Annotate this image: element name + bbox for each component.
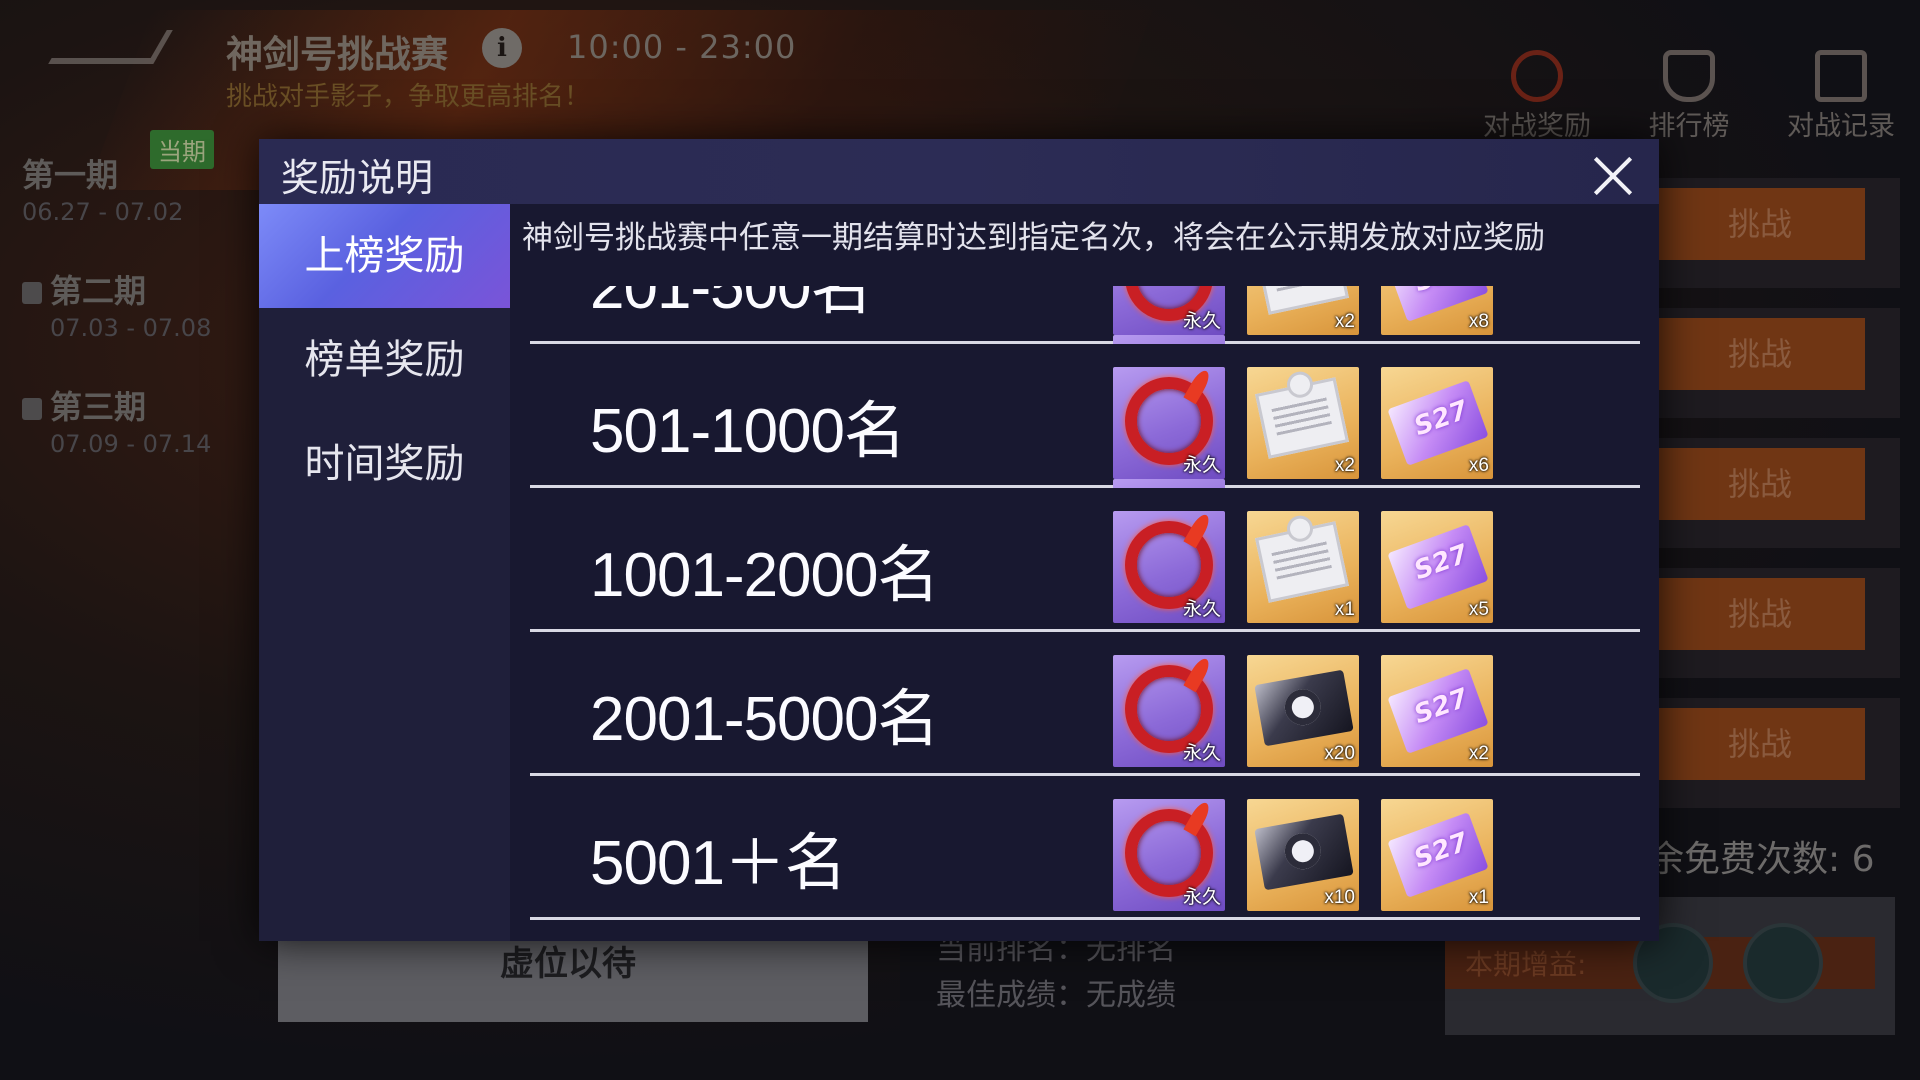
reward-item[interactable]: x2	[1247, 367, 1359, 479]
reward-items: 永久x2x6x1	[1113, 367, 1640, 591]
reward-quantity: x2	[1334, 455, 1355, 476]
leaderboard-button[interactable]: 排行榜	[1614, 50, 1764, 143]
game-logo	[48, 30, 173, 64]
dialog-title: 奖励说明	[281, 156, 434, 200]
reward-content[interactable]: 神剑号挑战赛中任意一期结算时达到指定名次，将会在公示期发放对应奖励 201-50…	[510, 204, 1659, 941]
reward-items: 永久 x1 x5	[1113, 511, 1515, 623]
reward-quantity: 永久	[1182, 599, 1221, 620]
reward-description-dialog: 奖励说明 上榜奖励 榜单奖励 时间奖励 神剑号挑战赛中任意一期结算时达到指定名次…	[259, 139, 1659, 941]
reward-quantity: x20	[1324, 743, 1355, 764]
reward-quantity: 永久	[1182, 887, 1221, 908]
record-icon	[1815, 50, 1867, 102]
reward-quantity: x8	[1468, 311, 1489, 332]
best-result: 最佳成绩：无成绩	[936, 978, 1176, 1013]
reward-row: 501-1000名永久x2x6x1	[530, 344, 1640, 591]
reward-item[interactable]: x6	[1381, 367, 1493, 479]
reward-quantity: x2	[1334, 311, 1355, 332]
trophy-icon	[1663, 50, 1715, 102]
dialog-header: 奖励说明	[259, 139, 1659, 204]
reward-quantity: x6	[1468, 455, 1489, 476]
reward-items: 永久 x20 x2	[1113, 655, 1515, 767]
battle-record-label: 对战记录	[1787, 111, 1895, 142]
reward-quantity: x10	[1324, 887, 1355, 908]
period-item-1[interactable]: 第一期 06.27 - 07.02	[22, 150, 262, 226]
reward-quantity: 永久	[1182, 311, 1221, 332]
period-item-3[interactable]: 第三期 07.09 - 07.14	[22, 382, 262, 458]
free-attempts-count: 余免费次数: 6	[1648, 839, 1875, 880]
reward-quantity: x2	[1468, 743, 1489, 764]
tab-time-reward[interactable]: 时间奖励	[259, 412, 510, 516]
reward-quantity: x5	[1468, 599, 1489, 620]
reward-item[interactable]: x5	[1381, 511, 1493, 623]
puzzle-icon	[1255, 521, 1349, 603]
info-icon[interactable]: i	[482, 28, 522, 68]
rank-range: 5001＋名	[590, 829, 847, 898]
reward-item[interactable]: 永久	[1113, 367, 1225, 479]
period-dates: 07.09 - 07.14	[50, 430, 212, 458]
tab-leaderboard-reward[interactable]: 榜单奖励	[259, 308, 510, 412]
top-player-card: 虚位以待	[278, 928, 868, 1022]
challenge-button[interactable]: 挑战	[1655, 578, 1865, 650]
reward-quantity: x1	[1468, 887, 1489, 908]
card-icon	[1254, 813, 1354, 891]
reward-item[interactable]: 永久	[1113, 511, 1225, 623]
event-title: 神剑号挑战赛	[226, 33, 448, 76]
challenge-button[interactable]: 挑战	[1655, 318, 1865, 390]
reward-list[interactable]: 201-500名永久x2x8x1501-1000名永久x2x6x11001-20…	[530, 204, 1640, 920]
reward-row: 1001-2000名永久 x1 x5	[530, 488, 1640, 632]
puzzle-icon	[1255, 377, 1349, 459]
tab-ranking-reward[interactable]: 上榜奖励	[259, 204, 510, 308]
reward-item[interactable]: x20	[1247, 655, 1359, 767]
challenge-button[interactable]: 挑战	[1655, 448, 1865, 520]
reward-quantity: 永久	[1182, 743, 1221, 764]
rank-range: 1001-2000名	[590, 541, 939, 610]
reward-description: 神剑号挑战赛中任意一期结算时达到指定名次，将会在公示期发放对应奖励	[522, 220, 1545, 256]
ticket-icon	[1387, 812, 1489, 898]
period-name: 第三期	[50, 388, 147, 426]
rank-range: 501-1000名	[590, 397, 906, 466]
battle-reward-label: 对战奖励	[1483, 111, 1591, 142]
close-icon[interactable]	[1591, 153, 1635, 197]
reward-items: 永久 x10 x1	[1113, 799, 1515, 911]
lock-icon	[22, 282, 42, 304]
rank-range: 2001-5000名	[590, 685, 939, 754]
reward-item[interactable]: x2	[1381, 655, 1493, 767]
period-item-2[interactable]: 第二期 07.03 - 07.08	[22, 266, 262, 342]
leaderboard-label: 排行榜	[1648, 111, 1730, 142]
challenge-button[interactable]: 挑战	[1655, 188, 1865, 260]
period-dates: 06.27 - 07.02	[22, 198, 184, 226]
top-player-placeholder: 虚位以待	[500, 944, 636, 984]
ticket-icon	[1387, 668, 1489, 754]
reward-tabs: 上榜奖励 榜单奖励 时间奖励	[259, 204, 510, 941]
battle-record-button[interactable]: 对战记录	[1766, 50, 1916, 143]
ticket-icon	[1387, 524, 1489, 610]
lock-icon	[22, 398, 42, 420]
challenge-button[interactable]: 挑战	[1655, 708, 1865, 780]
period-buff-label: 本期增益:	[1465, 948, 1587, 981]
reward-item[interactable]: x10	[1247, 799, 1359, 911]
period-name: 第一期	[22, 156, 119, 194]
reward-item[interactable]: x1	[1247, 511, 1359, 623]
battle-reward-icon	[1511, 50, 1563, 102]
battle-reward-button[interactable]: 对战奖励	[1462, 50, 1612, 143]
card-icon	[1254, 669, 1354, 747]
reward-quantity: 永久	[1182, 455, 1221, 476]
reward-row: 5001＋名永久 x10 x1	[530, 776, 1640, 920]
event-time: 10:00 - 23:00	[567, 28, 797, 66]
reward-item[interactable]: 永久	[1113, 799, 1225, 911]
reward-quantity: x1	[1334, 599, 1355, 620]
buff-wheel-icon[interactable]	[1743, 923, 1823, 1003]
event-subtitle: 挑战对手影子，争取更高排名！	[226, 82, 591, 112]
ticket-icon	[1387, 380, 1489, 466]
period-dates: 07.03 - 07.08	[50, 314, 212, 342]
reward-item[interactable]: 永久	[1113, 655, 1225, 767]
period-name: 第二期	[50, 272, 147, 310]
my-rank-panel: 当前排名：无排名 最佳成绩：无成绩	[900, 930, 1460, 1030]
reward-row: 2001-5000名永久 x20 x2	[530, 632, 1640, 776]
reward-item[interactable]: x1	[1381, 799, 1493, 911]
